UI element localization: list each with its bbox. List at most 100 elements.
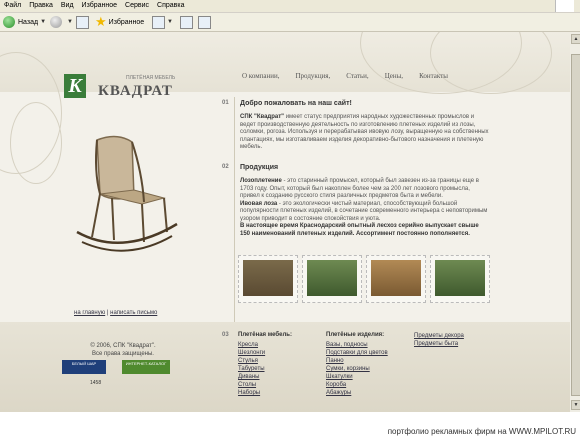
furniture-link[interactable]: Диваны	[238, 373, 265, 381]
welcome-title: Добро пожаловать на наш сайт!	[240, 100, 352, 107]
product-photo	[371, 260, 421, 296]
edit-button[interactable]	[180, 15, 193, 29]
favorites-label: Избранное	[108, 18, 145, 26]
nav-articles[interactable]: Статьи,	[346, 72, 368, 84]
misc-link[interactable]: Предметы декора	[414, 332, 464, 340]
refresh-button[interactable]	[76, 15, 89, 29]
refresh-icon	[76, 15, 89, 29]
favorites-button[interactable]: ★ Избранное	[95, 15, 144, 29]
products-p3: В настоящее время Краснодарский опытный …	[240, 223, 479, 237]
items-link[interactable]: Шкатулки	[326, 373, 388, 381]
menu-tools[interactable]: Сервис	[121, 0, 153, 12]
site-page: K ПЛЕТЁНАЯ МЕБЕЛЬ КВАДРАТ О компании, Пр…	[0, 32, 570, 412]
term-wickerwork: Лозоплетение	[240, 178, 282, 184]
product-photo	[307, 260, 357, 296]
section-number: 03	[222, 332, 229, 338]
furniture-link[interactable]: Столы	[238, 381, 265, 389]
furniture-link[interactable]: Шезлонги	[238, 349, 265, 357]
nav-prices[interactable]: Цены,	[385, 72, 403, 84]
furniture-list: Кресла Шезлонги Стулья Табуреты Диваны С…	[238, 341, 265, 397]
scroll-thumb[interactable]	[571, 54, 580, 396]
nav-contacts[interactable]: Контакты	[419, 72, 448, 84]
decorative-swirl	[10, 102, 62, 184]
back-button[interactable]: Назад ▼	[3, 15, 46, 29]
product-photo	[243, 260, 293, 296]
furniture-title: Плетёная мебель:	[238, 332, 292, 338]
dropdown-arrow-icon: ▼	[40, 19, 47, 25]
company-name: СПК "Квадрат"	[240, 114, 285, 120]
menu-file[interactable]: Файл	[0, 0, 25, 12]
items-link[interactable]: Подставки для цветов	[326, 349, 388, 357]
back-arrow-icon	[3, 16, 15, 28]
items-link[interactable]: Вазы, подносы	[326, 341, 388, 349]
write-letter-link[interactable]: написать письмо	[110, 310, 157, 316]
menu-edit[interactable]: Правка	[25, 0, 57, 12]
logo-k-icon: K	[64, 74, 86, 98]
content-divider	[234, 97, 235, 322]
windows-logo-icon	[555, 0, 574, 12]
rights-line: Все права защищены.	[92, 351, 154, 357]
forward-button[interactable]: ▼	[50, 15, 73, 29]
items-link[interactable]: Сумки, корзины	[326, 365, 388, 373]
product-thumb[interactable]	[366, 255, 426, 303]
watermark-text: портфолио рекламных фирм на WWW.MPILOT.R…	[387, 427, 576, 436]
product-thumb[interactable]	[430, 255, 490, 303]
misc-list: Предметы декора Предметы быта	[414, 332, 464, 348]
product-thumb[interactable]	[238, 255, 298, 303]
media-button[interactable]: ▼	[152, 15, 173, 29]
furniture-link[interactable]: Табуреты	[238, 365, 265, 373]
logo-tagline: ПЛЕТЁНАЯ МЕБЕЛЬ	[126, 75, 176, 81]
nav-about[interactable]: О компании,	[242, 72, 280, 84]
furniture-link[interactable]: Кресла	[238, 341, 265, 349]
products-title: Продукция	[240, 164, 279, 171]
welcome-text: СПК "Квадрат" имеет статус предприятия н…	[240, 114, 490, 152]
section-number: 02	[222, 164, 229, 170]
watermark-bar: портфолио рекламных фирм на WWW.MPILOT.R…	[0, 412, 580, 439]
messenger-icon	[198, 15, 211, 29]
media-icon	[152, 15, 165, 29]
site-logo[interactable]: K ПЛЕТЁНАЯ МЕБЕЛЬ КВАДРАТ	[64, 74, 234, 100]
vertical-scrollbar[interactable]: ▲ ▼	[569, 32, 580, 412]
products-p2: - это экологически чистый материал, спос…	[240, 200, 488, 222]
left-links: на главную | написать письмо	[74, 310, 158, 316]
furniture-link[interactable]: Стулья	[238, 357, 265, 365]
products-text: Лозоплетение - это старинный промысел, к…	[240, 178, 490, 238]
visit-counter: 1458	[90, 380, 102, 386]
main-nav: О компании, Продукция, Статьи, Цены, Кон…	[242, 72, 464, 84]
catalog-badge[interactable]: ИНТЕРНЕТ-КАТАЛОГ	[122, 360, 170, 374]
logo-name: КВАДРАТ	[98, 83, 173, 99]
dropdown-arrow-icon: ▼	[167, 19, 173, 25]
home-link[interactable]: на главную	[74, 310, 105, 316]
product-photo	[435, 260, 485, 296]
rocking-chair-image	[76, 135, 178, 252]
copyright-line: © 2006, СПК "Квадрат".	[90, 343, 156, 349]
menu-help[interactable]: Справка	[153, 0, 188, 12]
misc-link[interactable]: Предметы быта	[414, 340, 464, 348]
belyi-shar-badge[interactable]: БЕЛЫЙ ШАР	[62, 360, 106, 374]
term-willow: Ивовая лоза	[240, 200, 278, 207]
items-link[interactable]: Панно	[326, 357, 388, 365]
items-title: Плетёные изделия:	[326, 332, 385, 338]
site-footer: © 2006, СПК "Квадрат". Все права защищен…	[0, 322, 570, 412]
back-label: Назад	[18, 18, 39, 26]
items-list: Вазы, подносы Подставки для цветов Панно…	[326, 341, 388, 397]
menu-favorites[interactable]: Избранное	[78, 0, 121, 12]
items-link[interactable]: Короба	[326, 381, 388, 389]
product-thumbnails	[238, 255, 490, 323]
dropdown-arrow-icon: ▼	[67, 19, 73, 25]
menu-view[interactable]: Вид	[57, 0, 78, 12]
star-icon: ★	[95, 14, 107, 29]
nav-products[interactable]: Продукция,	[296, 72, 331, 84]
product-thumb[interactable]	[302, 255, 362, 303]
edit-icon	[180, 15, 193, 29]
section-number: 01	[222, 100, 229, 106]
scroll-up-icon[interactable]: ▲	[571, 34, 580, 44]
forward-arrow-icon	[50, 16, 62, 28]
furniture-link[interactable]: Наборы	[238, 389, 265, 397]
scroll-down-icon[interactable]: ▼	[571, 400, 580, 410]
browser-menubar: Файл Правка Вид Избранное Сервис Справка	[0, 0, 580, 13]
copyright: © 2006, СПК "Квадрат". Все права защищен…	[68, 342, 178, 358]
browser-toolbar: Назад ▼ ▼ ★ Избранное ▼	[0, 13, 580, 32]
messenger-button[interactable]	[198, 15, 211, 29]
items-link[interactable]: Абажуры	[326, 389, 388, 397]
